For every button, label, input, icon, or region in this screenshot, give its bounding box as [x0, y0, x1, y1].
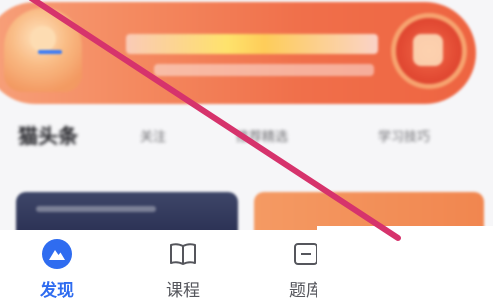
tab-recommended[interactable]: 推荐精选: [236, 126, 288, 145]
category-tabs: 猫头条 关注 推荐精选 学习技巧: [0, 118, 493, 164]
tab-study-tips[interactable]: 学习技巧: [378, 126, 430, 145]
promo-banner[interactable]: [0, 2, 476, 104]
tab-active[interactable]: 猫头条: [18, 120, 78, 149]
book-icon: [170, 243, 196, 265]
nav-label-discover: 发现: [40, 281, 74, 301]
blank-overlay-panel: [317, 226, 493, 301]
active-tab-indicator: [38, 50, 62, 54]
nav-item-discover[interactable]: 发现: [17, 238, 97, 301]
nav-item-courses[interactable]: 课程: [143, 238, 223, 301]
banner-badge-icon[interactable]: [396, 18, 462, 84]
discover-mountain-icon: [42, 239, 72, 269]
tab-follow[interactable]: 关注: [140, 126, 166, 145]
banner-subline: [154, 64, 374, 76]
feature-card-dark[interactable]: [16, 192, 238, 234]
nav-label-courses: 课程: [166, 281, 200, 301]
banner-headline: [126, 34, 378, 54]
